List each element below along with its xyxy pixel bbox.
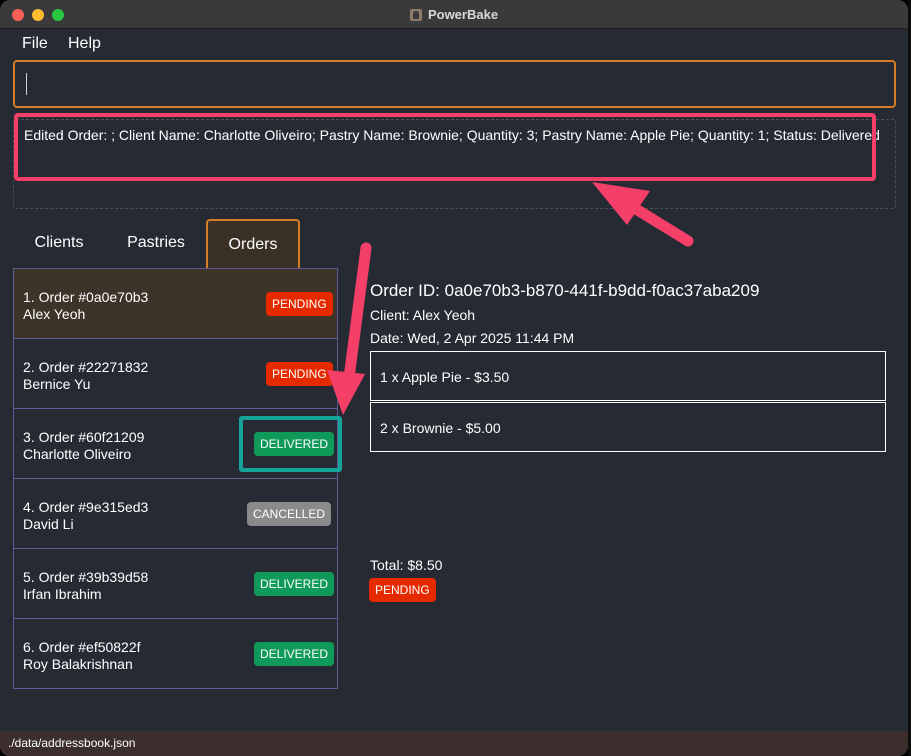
status-badge: CANCELLED [247,502,332,526]
annotation-arrow-shaft [343,242,372,384]
order-list[interactable]: 1. Order #0a0e70b3 Alex Yeoh PENDING 2. … [13,268,338,689]
order-number: 3. Order #60f21209 [23,429,145,445]
order-number: 5. Order #39b39d58 [23,569,149,585]
order-date-label: Date: Wed, 2 Apr 2025 11:44 PM [370,330,575,346]
tab-clients[interactable]: Clients [22,219,96,267]
order-total-label: Total: $8.50 [370,557,443,573]
order-client-name: David Li [23,516,74,532]
order-item-row: 1 x Apple Pie - $3.50 [370,351,886,401]
order-client-label: Client: Alex Yeoh [370,307,476,323]
order-list-item[interactable]: 6. Order #ef50822f Roy Balakrishnan DELI… [14,619,337,689]
order-number: 6. Order #ef50822f [23,639,141,655]
order-number: 2. Order #22271832 [23,359,149,375]
order-list-item[interactable]: 5. Order #39b39d58 Irfan Ibrahim DELIVER… [14,549,337,619]
status-badge: PENDING [266,362,333,386]
order-list-item[interactable]: 4. Order #9e315ed3 David Li CANCELLED [14,479,337,549]
order-list-item[interactable]: 1. Order #0a0e70b3 Alex Yeoh PENDING [14,269,337,339]
order-client-name: Irfan Ibrahim [23,586,102,602]
order-id-heading: Order ID: 0a0e70b3-b870-441f-b9dd-f0ac37… [370,281,760,300]
annotation-highlight-badge [239,416,342,472]
command-input[interactable] [13,60,896,108]
order-client-name: Roy Balakrishnan [23,656,133,672]
title-bar[interactable]: PowerBake [0,0,908,29]
tab-orders[interactable]: Orders [206,219,300,268]
order-status-badge: PENDING [369,578,436,602]
status-badge: DELIVERED [254,642,335,666]
order-client-name: Bernice Yu [23,376,91,392]
order-number: 1. Order #0a0e70b3 [23,289,149,305]
order-client-name: Charlotte Oliveiro [23,446,132,462]
status-badge: DELIVERED [254,572,335,596]
order-list-item[interactable]: 2. Order #22271832 Bernice Yu PENDING [14,339,337,409]
app-window: PowerBake File Help Edited Order: ; Clie… [0,0,908,756]
data-file-path: ./data/addressbook.json [8,736,136,750]
order-client-name: Alex Yeoh [23,306,86,322]
window-title-group: PowerBake [0,0,908,29]
window-title: PowerBake [427,7,499,22]
menu-help[interactable]: Help [68,35,101,53]
tab-pastries[interactable]: Pastries [117,219,195,267]
cake-icon [409,8,422,21]
annotation-highlight-result [14,113,876,181]
status-badge: PENDING [266,292,333,316]
text-caret [26,73,27,95]
menu-file[interactable]: File [22,35,48,53]
order-item-row: 2 x Brownie - $5.00 [370,402,886,452]
order-number: 4. Order #9e315ed3 [23,499,149,515]
menu-bar: File Help [0,29,908,59]
status-bar: ./data/addressbook.json [0,731,908,756]
